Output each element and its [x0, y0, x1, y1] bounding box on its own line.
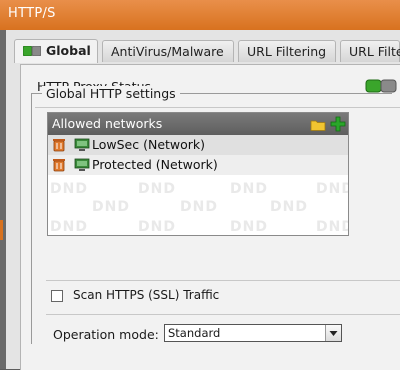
watermark-text: DND — [180, 199, 218, 215]
watermark-text: DND — [138, 219, 176, 235]
tab-global-label: Global — [46, 43, 91, 58]
tab-url-filtering[interactable]: URL Filtering — [238, 40, 336, 62]
left-accent-mark — [0, 220, 3, 240]
watermark-text: DND — [230, 181, 268, 197]
network-icon — [74, 158, 90, 178]
watermark-text: DND — [270, 199, 308, 215]
operation-mode-value: Standard — [168, 326, 221, 340]
tab-url-filter-cut-label: URL Filte — [349, 44, 400, 59]
divider — [46, 314, 400, 315]
global-settings-legend: Global HTTP settings — [42, 86, 180, 101]
operation-mode-select[interactable]: Standard — [164, 324, 342, 342]
tab-antivirus-label: AntiVirus/Malware — [111, 44, 224, 59]
folder-icon[interactable] — [310, 120, 330, 135]
delete-icon[interactable] — [52, 158, 66, 178]
allowed-networks-header: Allowed networks — [48, 113, 348, 135]
main-window: Global AntiVirus/Malware URL Filtering U… — [6, 30, 400, 370]
tab-antivirus-malware[interactable]: AntiVirus/Malware — [102, 40, 234, 62]
chevron-down-icon[interactable] — [325, 325, 341, 341]
operation-mode-label: Operation mode: — [53, 327, 159, 342]
watermark-text: DND — [50, 181, 88, 197]
title-bar: HTTP/S — [0, 0, 400, 30]
tab-url-filter-cut[interactable]: URL Filte — [340, 40, 400, 62]
watermark-text: DND — [138, 181, 176, 197]
allowed-networks-list[interactable]: Allowed networks LowSec (Network) Protec… — [47, 112, 349, 236]
watermark-text: DND — [92, 199, 130, 215]
divider — [46, 280, 400, 281]
tab-url-filtering-label: URL Filtering — [247, 44, 327, 59]
watermark-text: DND — [316, 219, 348, 235]
scan-https-label: Scan HTTPS (SSL) Traffic — [73, 288, 220, 302]
list-item[interactable]: LowSec (Network) — [48, 135, 348, 155]
status-toggle-icon — [22, 41, 42, 63]
list-item[interactable]: Protected (Network) — [48, 155, 348, 175]
tab-global[interactable]: Global — [14, 39, 98, 63]
watermark-text: DND — [50, 219, 88, 235]
allowed-networks-title: Allowed networks — [52, 116, 163, 131]
watermark-text: DND — [316, 181, 348, 197]
scan-https-checkbox[interactable] — [51, 290, 63, 302]
list-item-label: LowSec (Network) — [92, 137, 206, 152]
watermark-text: DND — [230, 219, 268, 235]
window-title: HTTP/S — [8, 6, 56, 21]
add-icon[interactable] — [330, 116, 346, 135]
list-item-label: Protected (Network) — [92, 157, 218, 172]
